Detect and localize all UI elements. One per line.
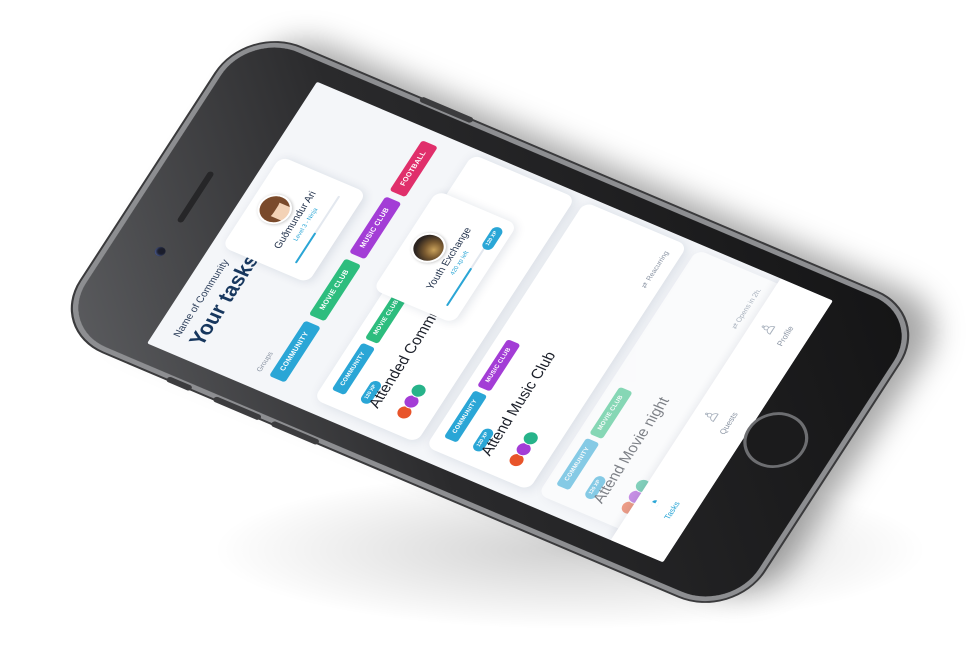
task-tag: MOVIE CLUB (589, 386, 633, 440)
task-status: ⇄Reacurring (640, 250, 671, 289)
group-chip[interactable]: COMMUNITY (269, 320, 321, 383)
participant-dots (393, 381, 430, 422)
front-camera (152, 245, 168, 258)
xp-badge: 120 XP (479, 225, 505, 252)
app-screen: Name of Community ⌄ Your tasks Guðmundur… (147, 81, 833, 563)
task-status-text: Reacurring (645, 250, 671, 282)
repeat-icon: ⇄ (640, 281, 651, 290)
mute-switch (165, 376, 194, 392)
volume-down-button (270, 420, 321, 446)
group-chip[interactable]: FOOTBALL (389, 139, 439, 198)
volume-up-button (212, 395, 263, 421)
task-tag: MUSIC CLUB (476, 338, 521, 392)
power-button (418, 96, 475, 124)
earpiece-speaker (176, 170, 215, 224)
participant-dots (505, 428, 542, 470)
